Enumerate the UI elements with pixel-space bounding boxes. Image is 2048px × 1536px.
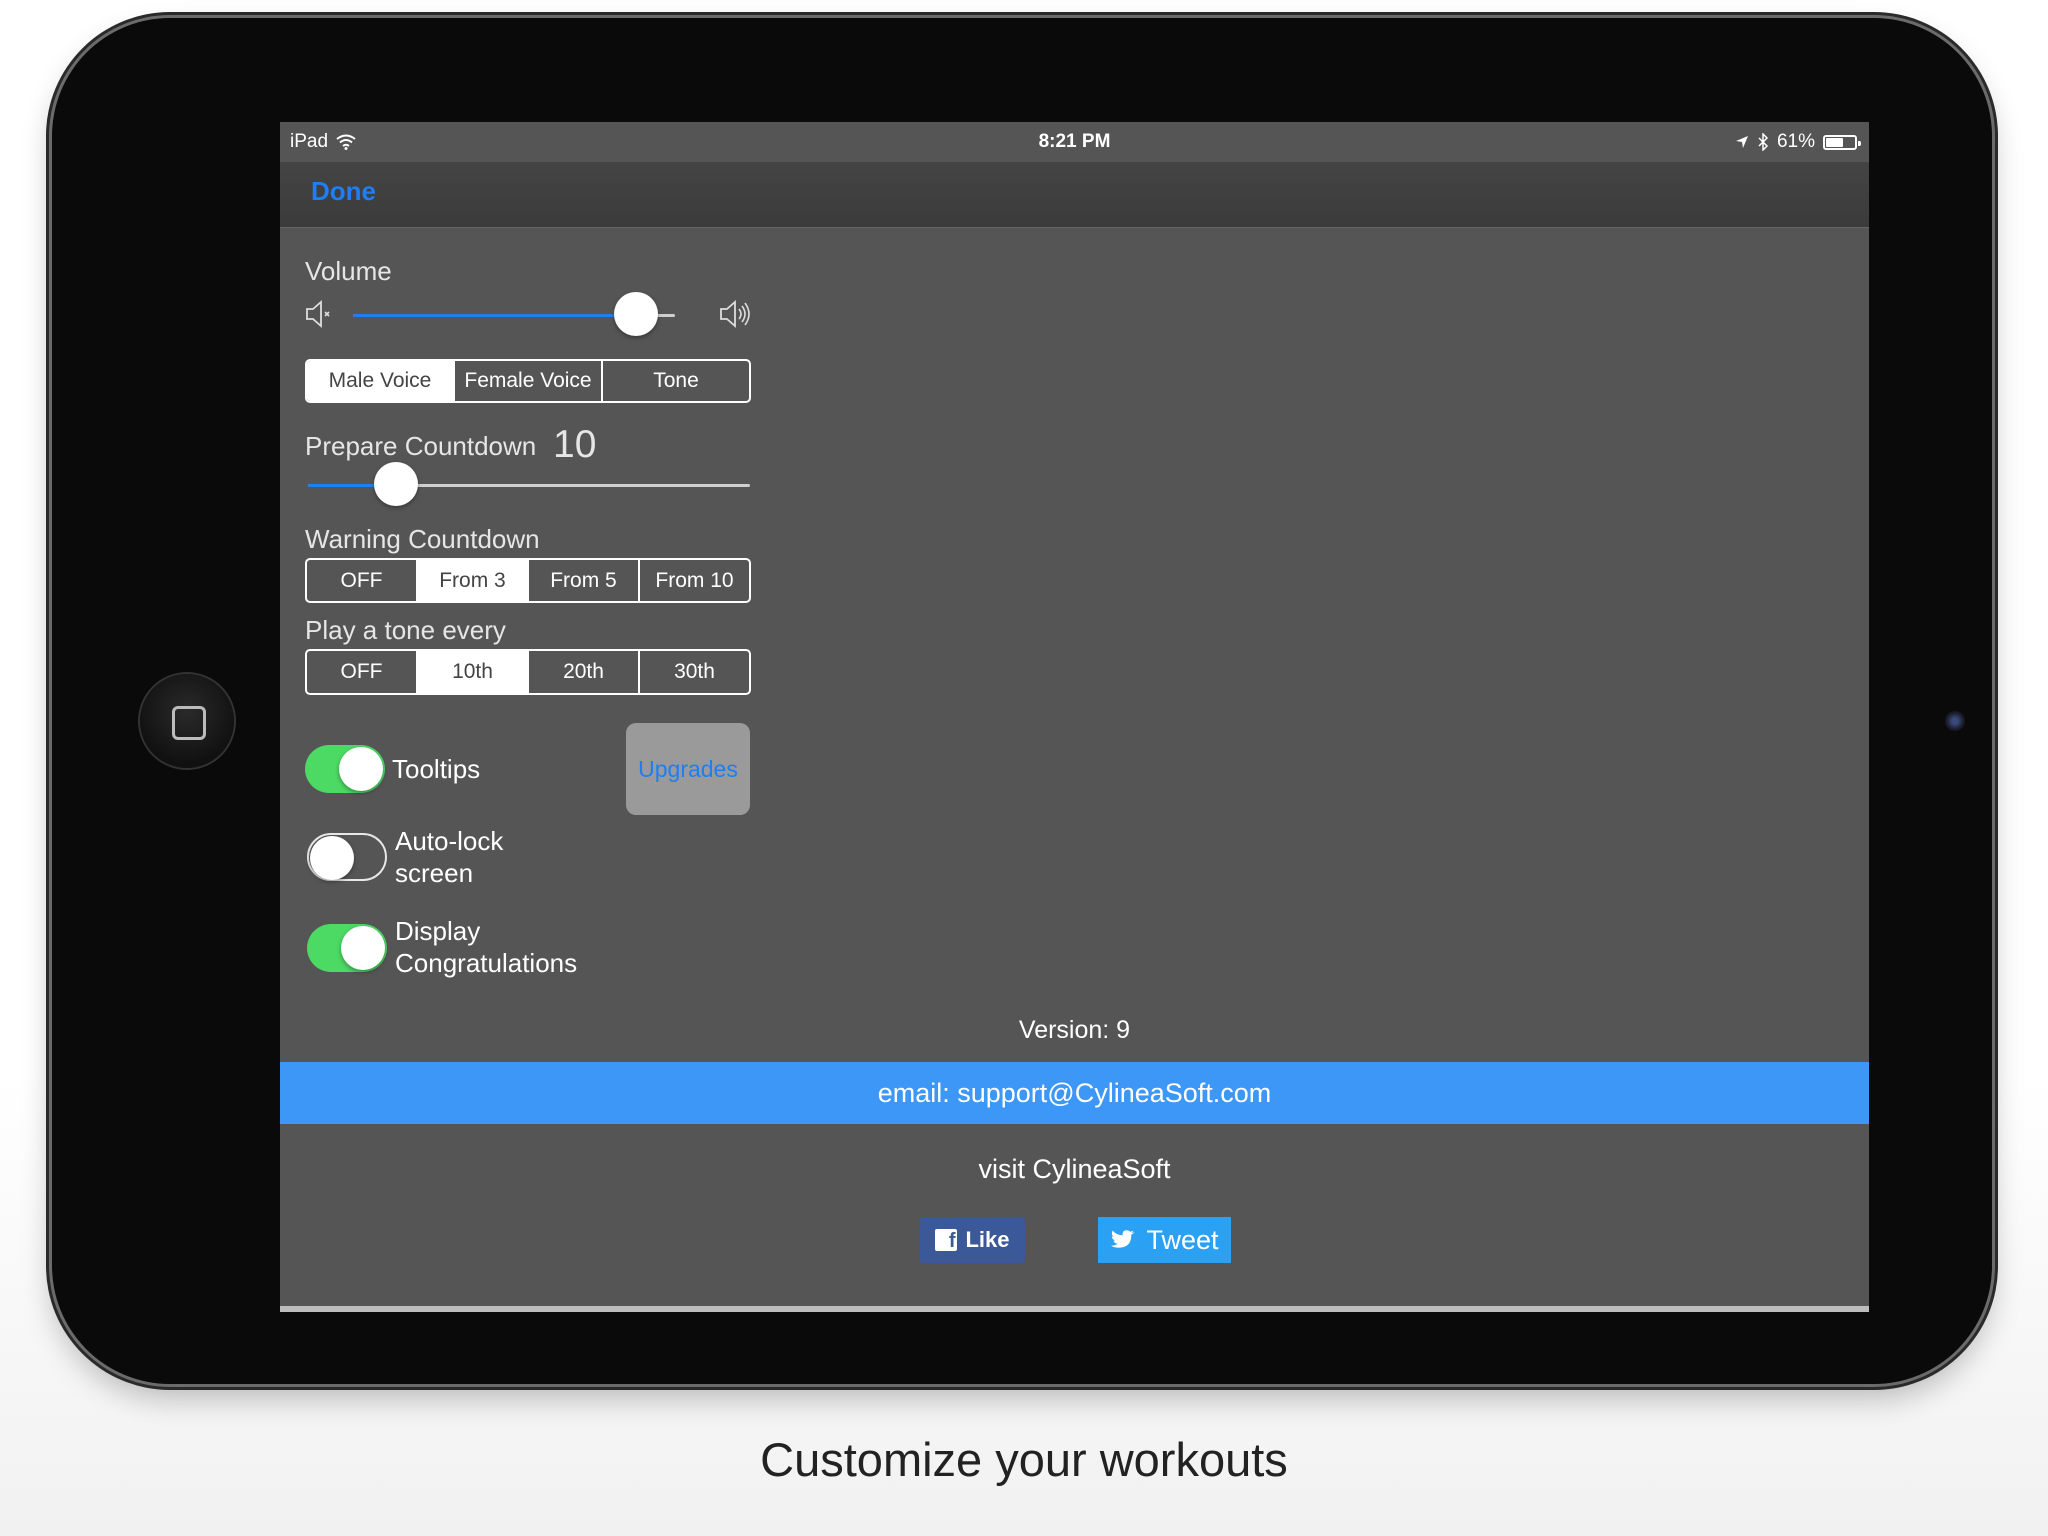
marketing-caption: Customize your workouts (760, 1433, 1288, 1486)
auto-lock-label-line1: Auto-lock (395, 826, 504, 856)
segment-tone-10th[interactable]: 10th (416, 651, 527, 693)
congratulations-label: Display Congratulations (395, 915, 577, 979)
like-label: Like (965, 1227, 1010, 1252)
auto-lock-toggle[interactable] (307, 833, 387, 881)
tooltips-toggle[interactable] (305, 745, 385, 793)
voice-segmented-control: Male Voice Female Voice Tone (305, 359, 751, 403)
upgrades-button[interactable]: Upgrades (626, 723, 750, 815)
home-button[interactable] (140, 674, 234, 768)
prepare-countdown-label: Prepare Countdown (305, 431, 537, 461)
bottom-divider (280, 1306, 1869, 1312)
ipad-frame: iPad 8:21 PM 61% Done Volume Male Voice … (52, 18, 1992, 1384)
facebook-icon: f (935, 1229, 958, 1251)
congratulations-toggle[interactable] (307, 924, 387, 972)
segment-female-voice[interactable]: Female Voice (453, 361, 601, 401)
tweet-button[interactable]: Tweet (1098, 1217, 1231, 1263)
segment-warning-from-5[interactable]: From 5 (527, 560, 638, 601)
bluetooth-icon (1758, 133, 1769, 151)
version-text: Version: 9 (1018, 1016, 1131, 1044)
warning-segmented-control: OFF From 3 From 5 From 10 (305, 558, 751, 603)
prepare-countdown-value: 10 (553, 423, 597, 466)
tone-every-segmented-control: OFF 10th 20th 30th (305, 649, 751, 695)
auto-lock-label-line2: screen (395, 858, 474, 888)
battery-icon (1823, 134, 1861, 150)
congratulations-label-line1: Display (395, 916, 481, 946)
tooltips-label: Tooltips (392, 754, 481, 784)
segment-tone[interactable]: Tone (601, 361, 749, 401)
segment-tone-30th[interactable]: 30th (638, 651, 749, 693)
auto-lock-label: Auto-lock screen (395, 825, 503, 889)
battery-level-fill (1826, 137, 1844, 147)
location-arrow-icon (1735, 136, 1748, 148)
volume-slider-fill (353, 314, 637, 317)
twitter-bird-icon (1111, 1230, 1136, 1248)
segment-male-voice[interactable]: Male Voice (307, 361, 453, 401)
status-time: 8:21 PM (1038, 131, 1111, 152)
tweet-label: Tweet (1146, 1224, 1219, 1255)
prepare-slider-thumb[interactable] (374, 462, 419, 506)
volume-mute-icon (306, 300, 330, 328)
segment-warning-from-3[interactable]: From 3 (416, 560, 527, 601)
volume-loud-icon (720, 300, 750, 328)
volume-label: Volume (305, 256, 392, 286)
segment-warning-from-10[interactable]: From 10 (638, 560, 749, 601)
navigation-bar: Done (280, 162, 1869, 228)
warning-countdown-label: Warning Countdown (305, 524, 540, 554)
segment-tone-off[interactable]: OFF (307, 651, 416, 693)
tone-every-label: Play a tone every (305, 615, 506, 645)
email-support-link[interactable]: email: support@CylineaSoft.com (280, 1062, 1869, 1124)
congratulations-label-line2: Congratulations (395, 948, 578, 978)
segment-warning-off[interactable]: OFF (307, 560, 416, 601)
facebook-like-button[interactable]: f Like (920, 1217, 1025, 1263)
status-bar: iPad 8:21 PM 61% (280, 122, 1869, 162)
home-square-icon (172, 706, 206, 740)
done-button[interactable]: Done (311, 176, 376, 207)
camera-icon (1945, 711, 1965, 731)
visit-website-link[interactable]: visit CylineaSoft (280, 1154, 1869, 1185)
segment-tone-20th[interactable]: 20th (527, 651, 638, 693)
volume-slider-thumb[interactable] (614, 292, 659, 336)
battery-percent: 61% (1776, 131, 1815, 152)
screen: iPad 8:21 PM 61% Done Volume Male Voice … (280, 122, 1869, 1312)
